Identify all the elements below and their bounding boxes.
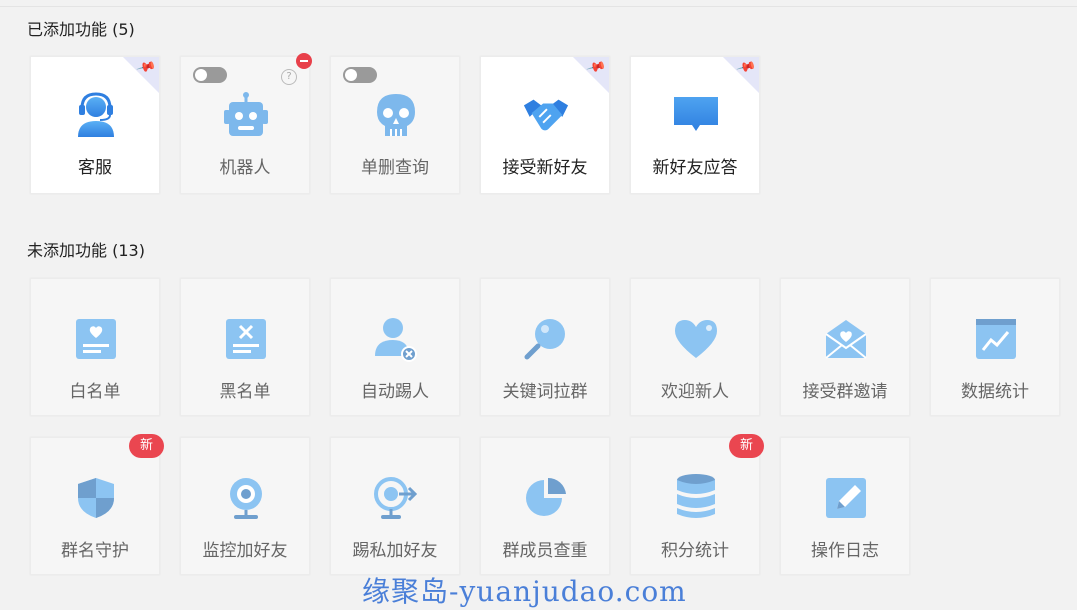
remove-icon[interactable] bbox=[296, 53, 312, 69]
feature-label: 接受新好友 bbox=[502, 158, 588, 178]
feature-label: 关键词拉群 bbox=[502, 382, 588, 402]
pin-corner[interactable]: 📌 bbox=[573, 57, 609, 93]
feature-label: 踢私加好友 bbox=[352, 541, 438, 561]
webcam-arrow-icon bbox=[372, 474, 420, 522]
handshake-icon bbox=[522, 91, 570, 139]
pin-corner[interactable]: 📌 bbox=[123, 57, 159, 93]
invite-envelope-icon bbox=[822, 315, 870, 363]
blacklist-icon bbox=[222, 315, 270, 363]
feature-card-monitor-friend[interactable]: 监控加好友 bbox=[180, 437, 310, 575]
feature-label: 群成员查重 bbox=[502, 541, 588, 561]
feature-label: 积分统计 bbox=[661, 541, 729, 561]
feature-card-kick-private-friend[interactable]: 踢私加好友 bbox=[330, 437, 460, 575]
chart-icon bbox=[972, 315, 1020, 363]
shield-icon bbox=[72, 474, 120, 522]
chat-bubble-icon bbox=[672, 91, 720, 139]
skull-icon bbox=[372, 91, 420, 139]
help-icon[interactable]: ? bbox=[281, 69, 297, 85]
new-badge: 新 bbox=[729, 434, 764, 458]
keyword-search-icon bbox=[522, 315, 570, 363]
top-divider bbox=[0, 6, 1077, 7]
feature-label: 机器人 bbox=[219, 158, 271, 178]
database-icon bbox=[672, 472, 720, 520]
feature-card-keyword-group[interactable]: 关键词拉群 bbox=[480, 278, 610, 416]
webcam-icon bbox=[222, 474, 270, 522]
feature-card-accept-friend[interactable]: 📌 接受新好友 bbox=[480, 56, 610, 194]
feature-label: 接受群邀请 bbox=[802, 382, 888, 402]
feature-card-welcome[interactable]: 欢迎新人 bbox=[630, 278, 760, 416]
feature-card-member-dedup[interactable]: 群成员查重 bbox=[480, 437, 610, 575]
pie-chart-icon bbox=[522, 474, 570, 522]
feature-label: 欢迎新人 bbox=[661, 382, 729, 402]
feature-card-whitelist[interactable]: 白名单 bbox=[30, 278, 160, 416]
feature-card-accept-group-invite[interactable]: 接受群邀请 bbox=[780, 278, 910, 416]
feature-label: 监控加好友 bbox=[202, 541, 288, 561]
feature-card-auto-kick[interactable]: 自动踢人 bbox=[330, 278, 460, 416]
pin-corner[interactable]: 📌 bbox=[723, 57, 759, 93]
heart-icon bbox=[672, 315, 720, 363]
feature-card-group-name-guard[interactable]: 新 群名守护 bbox=[30, 434, 164, 575]
feature-card-single-delete-check[interactable]: 单删查询 bbox=[330, 56, 460, 194]
feature-label: 新好友应答 bbox=[652, 158, 738, 178]
feature-toggle[interactable] bbox=[193, 67, 227, 83]
added-section-title: 已添加功能 (5) bbox=[27, 20, 135, 39]
feature-label: 操作日志 bbox=[811, 541, 879, 561]
feature-label: 群名守护 bbox=[61, 541, 129, 561]
added-grid: 📌 客服 ? 机器人 单删查询 📌 接受新好友 📌 新好友应答 bbox=[30, 53, 760, 194]
feature-label: 数据统计 bbox=[961, 382, 1029, 402]
feature-label: 自动踢人 bbox=[361, 382, 429, 402]
feature-card-new-friend-reply[interactable]: 📌 新好友应答 bbox=[630, 56, 760, 194]
customer-service-icon bbox=[72, 91, 120, 139]
feature-card-points-stats[interactable]: 新 积分统计 bbox=[630, 434, 764, 575]
edit-log-icon bbox=[822, 474, 870, 522]
feature-toggle[interactable] bbox=[343, 67, 377, 83]
feature-card-robot[interactable]: ? 机器人 bbox=[180, 53, 312, 194]
feature-label: 白名单 bbox=[69, 382, 121, 402]
feature-label: 黑名单 bbox=[219, 382, 271, 402]
feature-card-operation-log[interactable]: 操作日志 bbox=[780, 437, 910, 575]
feature-label: 客服 bbox=[78, 158, 112, 178]
watermark-text: 缘聚岛-yuanjudao.com bbox=[362, 575, 687, 608]
not-added-grid-row1: 白名单 黑名单 自动踢人 关键词拉群 欢迎新人 接受群邀请 数据统计 bbox=[30, 278, 1060, 416]
feature-card-customer-service[interactable]: 📌 客服 bbox=[30, 56, 160, 194]
feature-label: 单删查询 bbox=[361, 158, 429, 178]
not-added-section-title: 未添加功能 (13) bbox=[27, 241, 145, 260]
kick-user-icon bbox=[372, 315, 420, 363]
whitelist-icon bbox=[72, 315, 120, 363]
not-added-grid-row2: 新 群名守护 监控加好友 踢私加好友 群成员查重 新 积分统计 操作日志 bbox=[30, 434, 910, 575]
new-badge: 新 bbox=[129, 434, 164, 458]
robot-icon bbox=[222, 91, 270, 139]
feature-card-data-stats[interactable]: 数据统计 bbox=[930, 278, 1060, 416]
feature-card-blacklist[interactable]: 黑名单 bbox=[180, 278, 310, 416]
